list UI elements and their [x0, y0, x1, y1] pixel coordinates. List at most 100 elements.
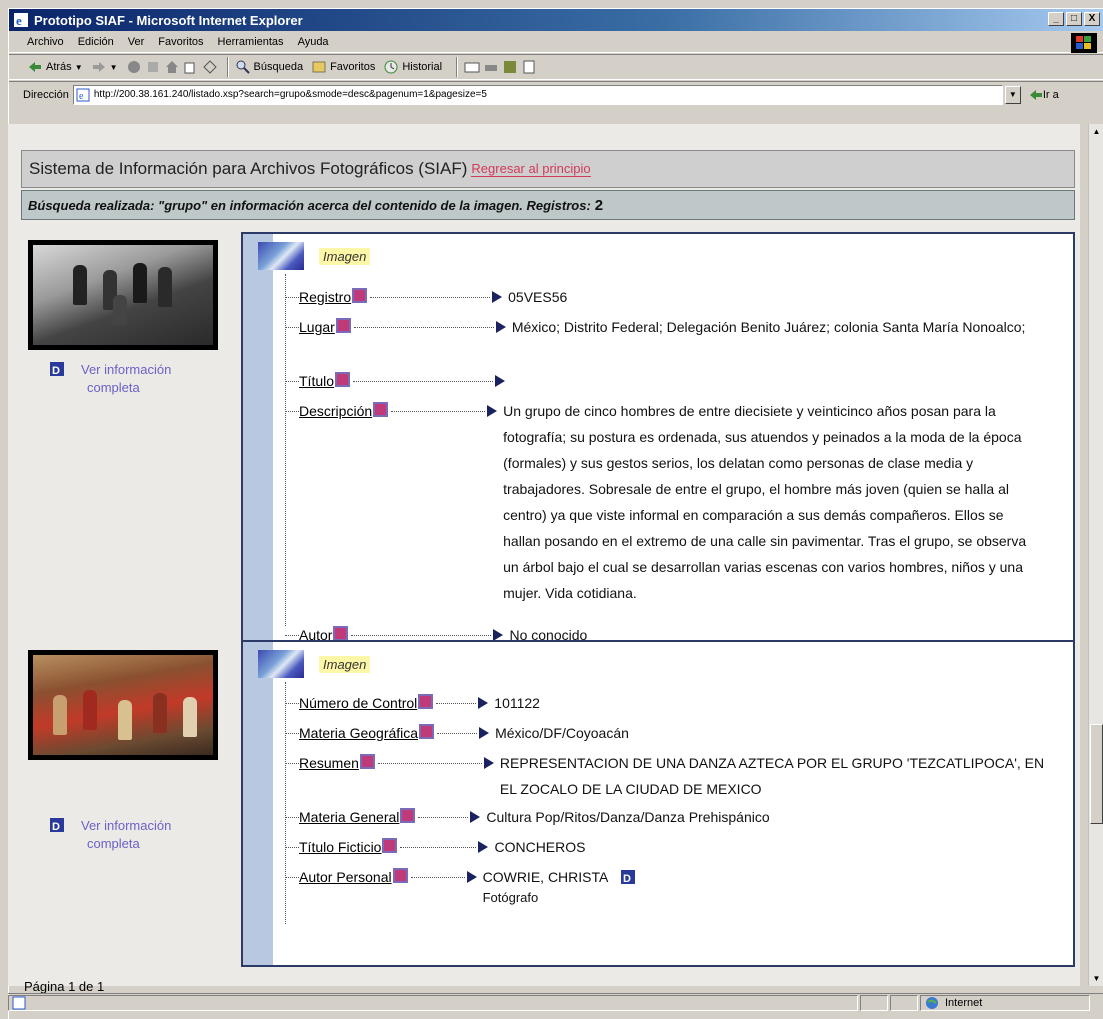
arrow-icon — [495, 321, 506, 333]
field-row: Descripción Un grupo de cinco hombres de… — [285, 402, 1043, 606]
svg-text:e: e — [16, 13, 22, 28]
record-type-label: Imagen — [319, 656, 371, 673]
view-full-info-link[interactable]: D Ver información completa — [49, 361, 171, 397]
refresh-icon[interactable] — [145, 59, 161, 75]
field-label[interactable]: Número de Control — [299, 694, 417, 712]
photo-thumbnail[interactable] — [28, 650, 218, 760]
menu-bar: Archivo Edición Ver Favoritos Herramient… — [9, 31, 1103, 53]
back-to-start-link[interactable]: Regresar al principio — [471, 161, 591, 177]
back-button[interactable]: Atrás ▼ — [27, 59, 83, 75]
field-subvalue: Fotógrafo — [482, 890, 539, 905]
edit-icon[interactable] — [502, 59, 518, 75]
photo-thumbnail[interactable] — [28, 240, 218, 350]
history-button[interactable]: Historial — [383, 59, 442, 75]
field-label[interactable]: Registro — [299, 288, 351, 306]
scroll-down-icon[interactable]: ▼ — [1089, 971, 1103, 986]
print-icon[interactable] — [483, 59, 499, 75]
field-label[interactable]: Materia Geográfica — [299, 724, 418, 742]
info-icon[interactable] — [352, 288, 368, 303]
info-icon[interactable] — [373, 402, 389, 417]
address-dropdown-button[interactable]: ▼ — [1004, 85, 1021, 104]
pagination-text: Página 1 de 1 — [24, 979, 105, 994]
address-url: http://200.38.161.240/listado.xsp?search… — [93, 89, 487, 100]
field-value: México/DF/Coyoacán — [495, 725, 629, 741]
image-type-icon — [258, 242, 304, 270]
status-bar: Internet — [8, 993, 1103, 1011]
info-icon[interactable] — [335, 372, 351, 387]
home-icon[interactable] — [164, 59, 180, 75]
copy-icon[interactable] — [183, 59, 199, 75]
forward-button[interactable]: ▼ — [91, 59, 118, 75]
info-icon[interactable] — [418, 694, 434, 709]
page-icon — [12, 996, 26, 1009]
arrow-icon — [483, 757, 494, 769]
figure-shape — [83, 690, 97, 730]
field-label[interactable]: Lugar — [299, 318, 335, 336]
info-icon[interactable] — [382, 838, 398, 853]
menu-ver[interactable]: Ver — [128, 36, 145, 48]
field-label[interactable]: Título — [299, 372, 334, 390]
chevron-down-icon: ▼ — [109, 62, 118, 72]
arrow-icon — [466, 871, 477, 883]
document-icon[interactable]: D — [620, 869, 636, 885]
frame-icon[interactable] — [202, 59, 218, 75]
menu-ayuda[interactable]: Ayuda — [298, 36, 329, 48]
globe-icon — [926, 996, 938, 1009]
address-label: Dirección — [23, 88, 69, 101]
toolbar-separator — [226, 57, 229, 77]
page-icon: e — [76, 88, 90, 102]
close-button[interactable]: X — [1084, 12, 1100, 26]
page-content: Sistema de Información para Archivos Fot… — [8, 124, 1080, 994]
field-label[interactable]: Descripción — [299, 402, 372, 420]
address-input[interactable]: e http://200.38.161.240/listado.xsp?sear… — [72, 84, 1003, 105]
menu-edicion[interactable]: Edición — [78, 36, 114, 48]
menu-favoritos[interactable]: Favoritos — [158, 36, 203, 48]
minimize-button[interactable]: _ — [1048, 12, 1064, 26]
field-value: 05VES56 — [508, 289, 568, 305]
title-bar[interactable]: e Prototipo SIAF - Microsoft Internet Ex… — [9, 9, 1103, 31]
discuss-icon[interactable] — [521, 59, 537, 75]
info-icon[interactable] — [400, 808, 416, 823]
panel-stripe — [243, 642, 273, 965]
info-icon[interactable] — [333, 626, 349, 641]
record-type-label: Imagen — [319, 248, 371, 265]
info-icon[interactable] — [419, 724, 435, 739]
field-row: Materia General Cultura Pop/Ritos/Danza/… — [285, 808, 1046, 830]
figure-shape — [113, 295, 127, 325]
menu-archivo[interactable]: Archivo — [27, 36, 64, 48]
arrow-icon — [470, 811, 481, 823]
info-icon[interactable] — [359, 754, 375, 769]
view-full-info-link[interactable]: D Ver información completa — [49, 817, 171, 853]
field-label[interactable]: Título Ficticio — [299, 838, 381, 856]
field-value-group: COWRIE, CHRISTA D Fotógrafo — [483, 864, 1043, 906]
search-icon — [236, 60, 250, 74]
back-arrow-icon — [29, 62, 41, 72]
info-icon[interactable] — [392, 868, 408, 883]
svg-text:e: e — [79, 91, 84, 102]
forward-arrow-icon — [92, 62, 105, 72]
field-value: Un grupo de cinco hombres de entre dieci… — [503, 403, 1027, 601]
field-label[interactable]: Autor Personal — [299, 868, 392, 886]
search-button[interactable]: Búsqueda — [235, 59, 303, 75]
figure-shape — [118, 700, 132, 740]
stop-icon[interactable] — [126, 59, 142, 75]
status-zone: Internet — [920, 994, 1090, 1011]
figure-shape — [73, 265, 87, 305]
field-label[interactable]: Resumen — [299, 754, 359, 772]
field-row: Registro 05VES56 — [285, 288, 1048, 310]
scroll-up-icon[interactable]: ▲ — [1089, 124, 1103, 139]
arrow-icon — [487, 405, 498, 417]
go-button[interactable]: Ir a — [1029, 88, 1059, 102]
menu-herramientas[interactable]: Herramientas — [218, 36, 284, 48]
mail-icon[interactable] — [464, 59, 480, 75]
arrow-icon — [495, 375, 506, 387]
field-label[interactable]: Materia General — [299, 808, 399, 826]
scroll-thumb[interactable] — [1090, 724, 1103, 824]
figure-shape — [158, 267, 172, 307]
vertical-scrollbar[interactable]: ▲ ▼ — [1088, 124, 1103, 986]
favorites-button[interactable]: Favoritos — [311, 59, 375, 75]
history-icon — [384, 60, 398, 74]
image-type-icon — [258, 650, 304, 678]
maximize-button[interactable]: □ — [1066, 12, 1082, 26]
info-icon[interactable] — [335, 318, 351, 333]
